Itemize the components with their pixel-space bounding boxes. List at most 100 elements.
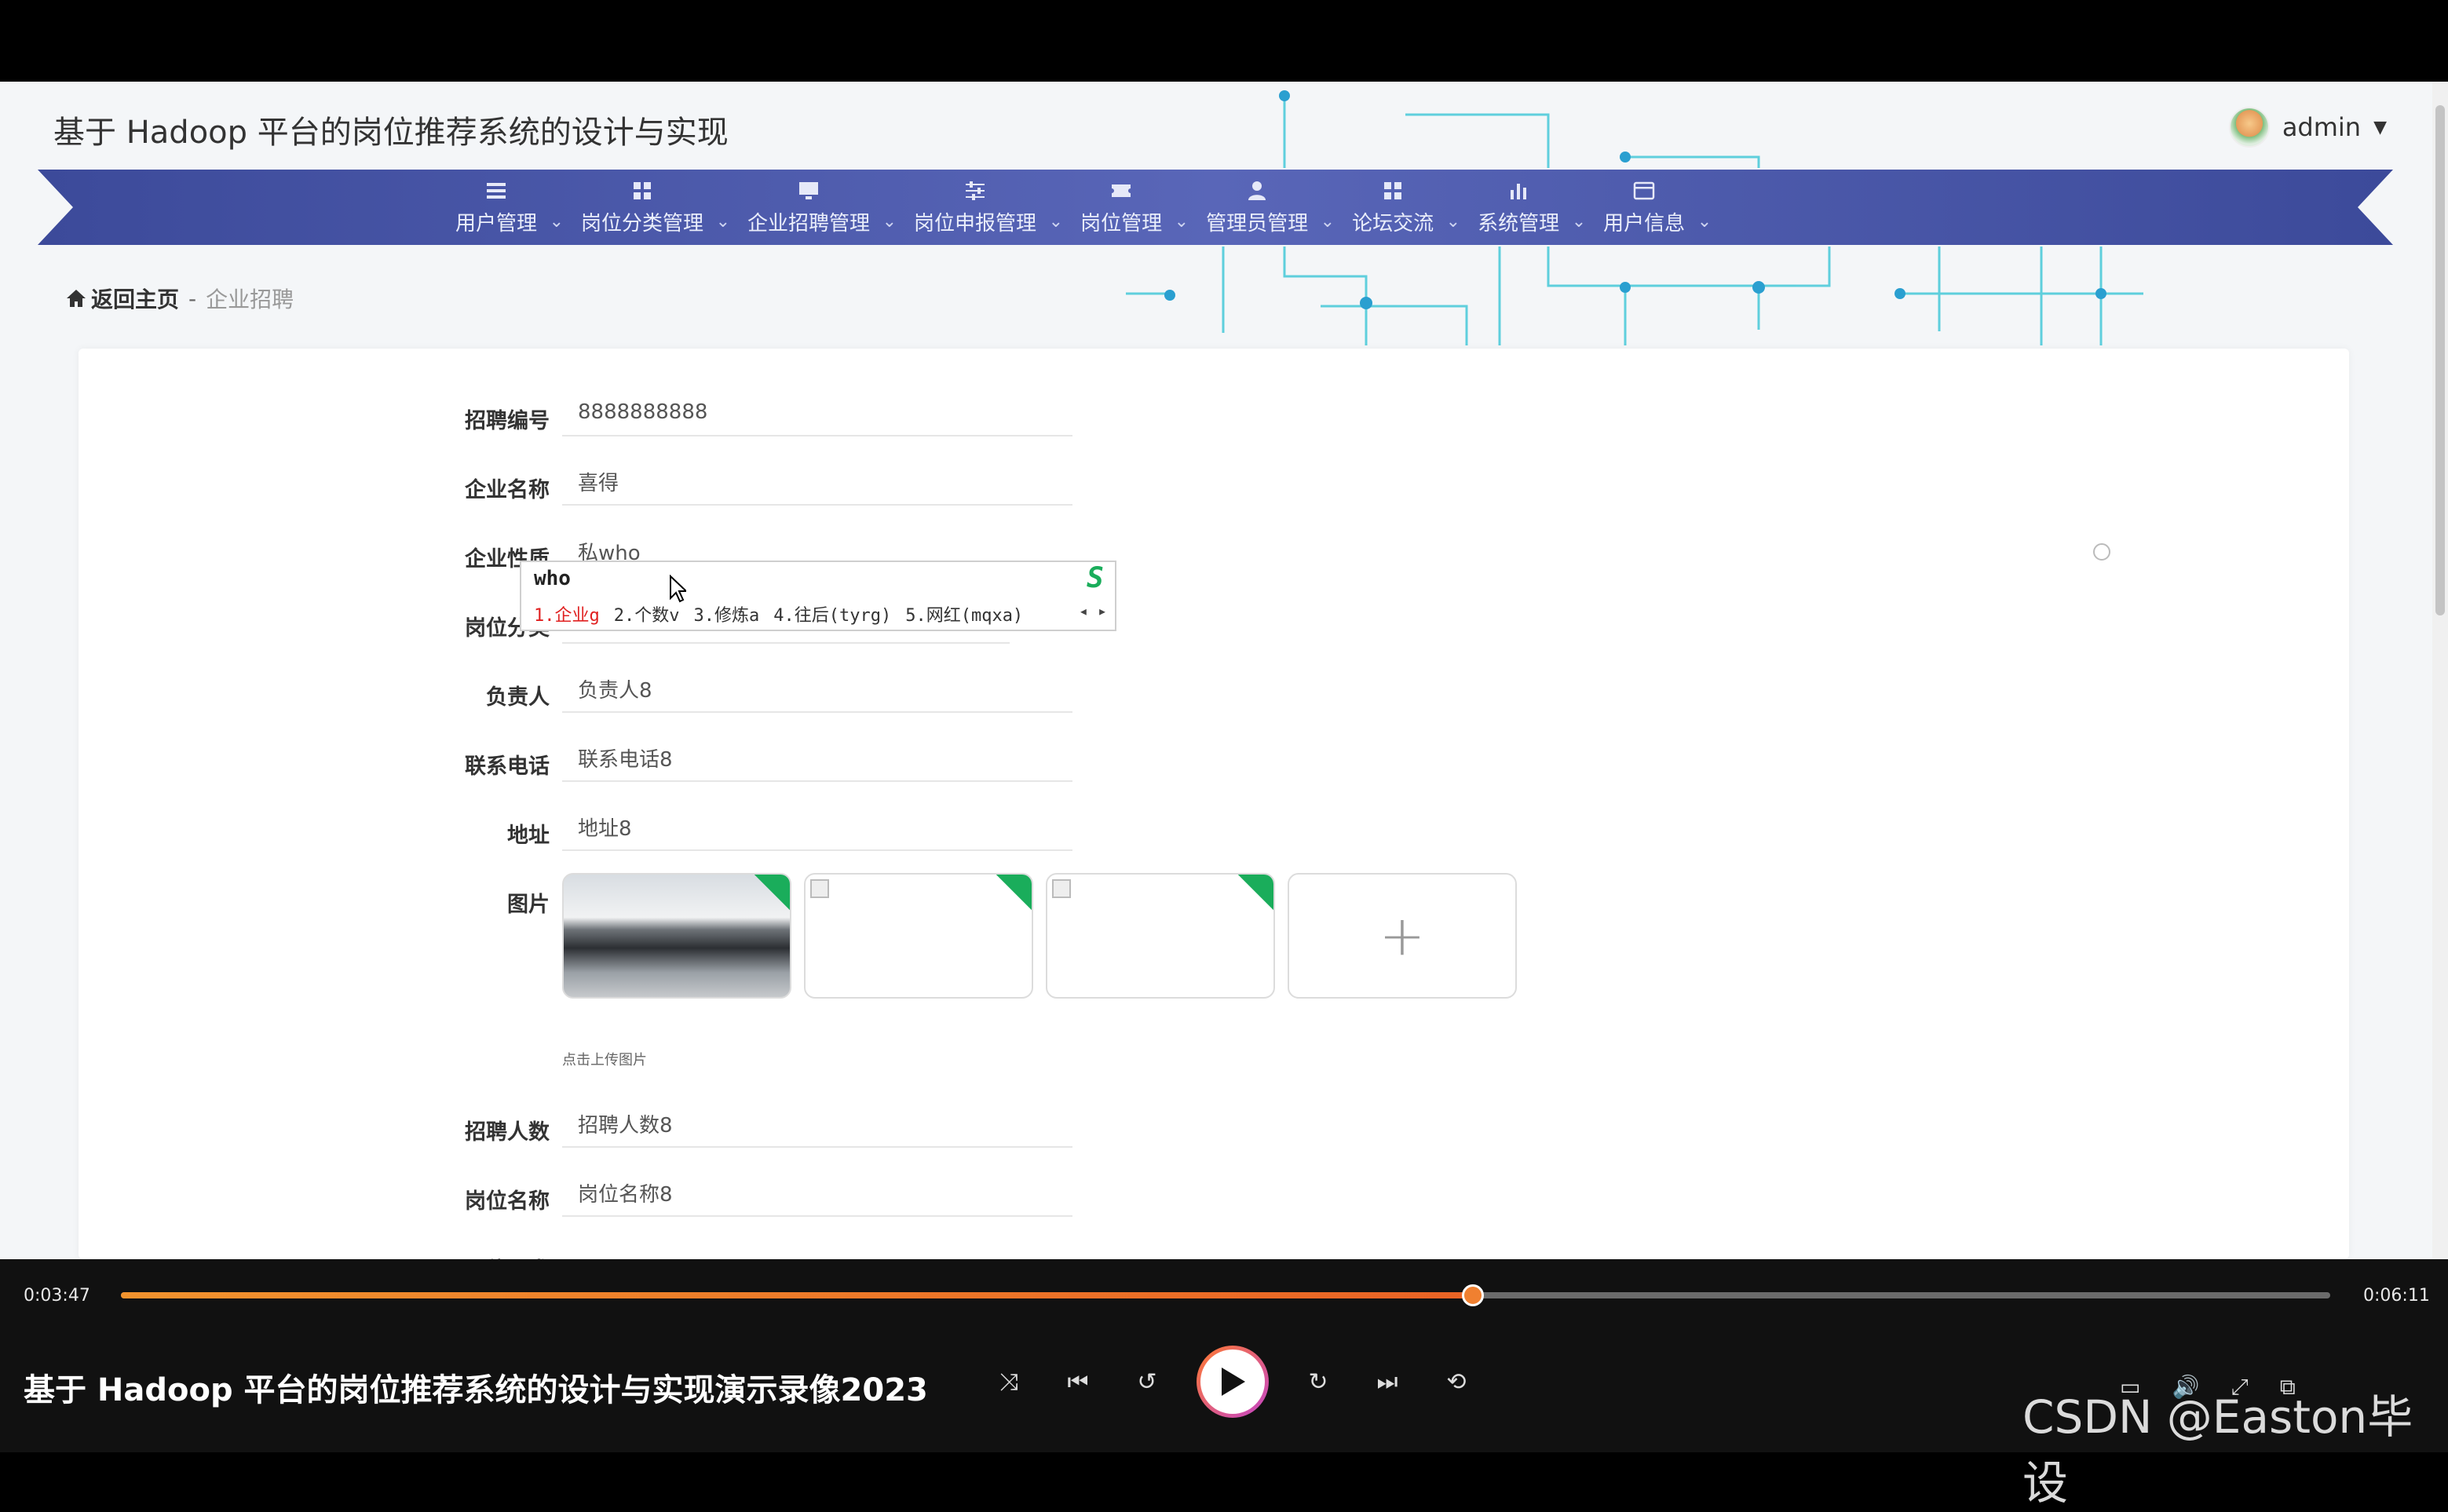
monitor-icon (799, 181, 819, 199)
field-label: 负责人 (486, 685, 550, 710)
image-gallery: + (562, 873, 1517, 999)
menu-icon (487, 182, 506, 199)
bar-chart-icon (1511, 183, 1527, 199)
field-label: 图片 (507, 893, 550, 917)
video-title: 基于 Hadoop 平台的岗位推荐系统的设计与实现演示录像2023 (24, 1372, 928, 1408)
page-scrollbar[interactable] (2432, 82, 2448, 1259)
next-icon[interactable]: ⏭ (1368, 1362, 1407, 1401)
form-row: 企业名称 (79, 458, 1099, 506)
chevron-down-icon: ⌄ (715, 212, 731, 232)
contact-person-input[interactable] (562, 666, 1072, 713)
play-icon (1222, 1368, 1245, 1396)
seek-bar[interactable] (121, 1284, 2330, 1306)
breadcrumb-separator: - (188, 285, 197, 312)
address-input[interactable] (562, 804, 1072, 851)
company-name-input[interactable] (562, 458, 1072, 506)
nav-item-label: 用户信息 (1603, 211, 1686, 236)
seek-handle[interactable] (1462, 1284, 1485, 1306)
breadcrumb-home[interactable]: 返回主页 (66, 283, 179, 314)
top-black-bar (0, 0, 2448, 82)
form-row: 职位要求 (79, 1239, 1099, 1259)
card-icon (1633, 181, 1655, 199)
user-menu[interactable]: admin ▼ (2228, 107, 2387, 148)
player-controls: 0:03:47 0:06:11 基于 Hadoop 平台的岗位推荐系统的设计与实… (0, 1259, 2448, 1510)
ime-candidate[interactable]: 5.网红(mqxa) (905, 601, 1023, 626)
chevron-down-icon: ⌄ (1445, 212, 1461, 232)
nav-item[interactable]: 企业招聘管理 ⌄ (747, 170, 897, 245)
chevron-down-icon: ⌄ (1174, 212, 1189, 232)
user-name: admin (2282, 112, 2362, 142)
image-thumbnail[interactable] (804, 873, 1033, 999)
field-label: 招聘人数 (465, 1120, 550, 1145)
form-row: 岗位名称 (79, 1170, 1099, 1217)
chevron-down-icon: ⌄ (1320, 212, 1335, 232)
selected-corner-badge (754, 875, 790, 911)
ime-composition: who (534, 567, 571, 590)
app-title: 基于 Hadoop 平台的岗位推荐系统的设计与实现 (53, 115, 729, 151)
form-row: 联系电话 (79, 735, 1099, 782)
job-name-input[interactable] (562, 1170, 1072, 1217)
image-thumbnail[interactable] (1046, 873, 1275, 999)
ime-candidates: 1.企业g 2.个数v 3.修炼a 4.往后(tyrg) 5.网红(mqxa) (534, 601, 1023, 626)
home-icon (67, 290, 86, 307)
ticket-icon (1112, 184, 1131, 197)
broken-image-icon (1052, 879, 1071, 898)
scrollbar-thumb[interactable] (2435, 105, 2445, 615)
nav-item[interactable]: 岗位分类管理 ⌄ (581, 170, 730, 245)
seek-progress (121, 1292, 1474, 1298)
breadcrumb: 返回主页 - 企业招聘 (66, 283, 294, 314)
previous-icon[interactable]: ⏮ (1058, 1362, 1098, 1401)
plus-icon: + (1379, 904, 1426, 968)
repeat-icon[interactable]: ⟲ (1437, 1362, 1476, 1401)
ime-next-page-icon[interactable]: ◂ ▸ (1079, 601, 1107, 620)
recruitment-form: 招聘编号 企业名称 企业性质 岗位分类 负责人 联系电话 地址 图片 (79, 349, 2349, 1259)
nav-item-label: 企业招聘管理 (747, 211, 871, 236)
form-row: 地址 (79, 804, 1099, 851)
rewind-10-icon[interactable]: ↺ (1127, 1362, 1167, 1401)
main-nav: 用户管理 ⌄ 岗位分类管理 ⌄ 企业招聘管理 ⌄ 岗位申报管理 ⌄ 岗位管理 ⌄ 管理员管理 ⌄ 论坛交… (38, 170, 2393, 245)
recruit-id-input[interactable] (562, 389, 1072, 436)
current-time: 0:03:47 (24, 1286, 90, 1306)
ime-candidate[interactable]: 1.企业g (534, 601, 600, 626)
shuffle-icon[interactable]: ⤨ (989, 1362, 1029, 1401)
grid-icon (1384, 181, 1402, 199)
nav-item-label: 岗位分类管理 (581, 211, 704, 236)
add-image-button[interactable]: + (1288, 873, 1517, 999)
field-label: 岗位名称 (465, 1189, 550, 1214)
form-row: 负责人 (79, 666, 1099, 713)
chevron-down-icon: ⌄ (882, 212, 897, 232)
nav-item[interactable]: 管理员管理 ⌄ (1206, 170, 1335, 245)
ime-candidate[interactable]: 4.往后(tyrg) (773, 601, 891, 626)
image-thumbnail[interactable] (562, 873, 791, 999)
field-label: 招聘编号 (465, 409, 550, 433)
playback-controls: ⤨ ⏮ ↺ ↻ ⏭ ⟲ (989, 1346, 1476, 1418)
field-label: 联系电话 (465, 754, 550, 779)
mouse-cursor-icon (670, 575, 686, 603)
field-label: 职位要求 (408, 1253, 550, 1259)
caret-down-icon: ▼ (2373, 117, 2387, 137)
play-button[interactable] (1197, 1346, 1269, 1418)
watermark: CSDN @Easton毕设 (2022, 1390, 2413, 1510)
selected-corner-badge (996, 875, 1032, 911)
nav-item[interactable]: 用户管理 ⌄ (455, 170, 564, 245)
field-label: 企业名称 (465, 478, 550, 502)
person-icon (1248, 181, 1266, 200)
chevron-down-icon: ⌄ (1697, 212, 1712, 232)
nav-item[interactable]: 系统管理 ⌄ (1478, 170, 1586, 245)
nav-item[interactable]: 岗位管理 ⌄ (1080, 170, 1189, 245)
form-row: 招聘人数 (79, 1101, 1099, 1148)
nav-item[interactable]: 论坛交流 ⌄ (1352, 170, 1460, 245)
nav-item-label: 用户管理 (455, 211, 538, 236)
sogou-logo-icon: S (1087, 562, 1104, 594)
nav-item[interactable]: 岗位申报管理 ⌄ (914, 170, 1063, 245)
phone-input[interactable] (562, 735, 1072, 782)
upload-hint: 点击上传图片 (562, 1052, 647, 1068)
chevron-down-icon: ⌄ (549, 212, 565, 232)
chevron-down-icon: ⌄ (1048, 212, 1064, 232)
ime-candidate[interactable]: 2.个数v (614, 601, 680, 626)
forward-30-icon[interactable]: ↻ (1299, 1362, 1338, 1401)
avatar (2228, 107, 2270, 148)
headcount-input[interactable] (562, 1101, 1072, 1148)
ime-candidate[interactable]: 3.修炼a (694, 601, 760, 626)
nav-item[interactable]: 用户信息 ⌄ (1603, 170, 1712, 245)
